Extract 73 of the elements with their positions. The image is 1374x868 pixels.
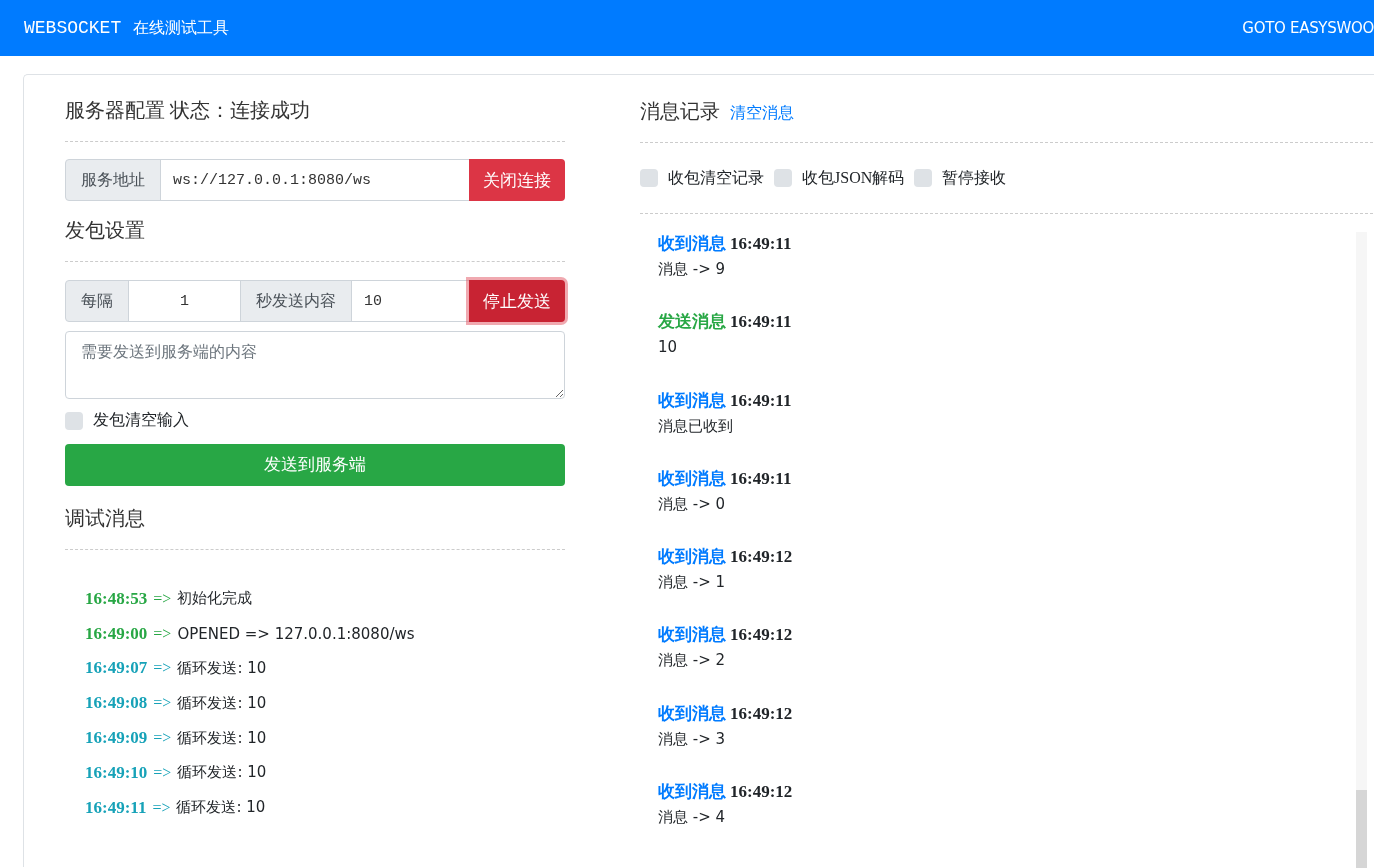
section-title: 调试消息 <box>65 505 146 531</box>
content-label: 秒发送内容 <box>240 280 352 322</box>
message-time: 16:49:11 <box>730 234 792 253</box>
log-time: 16:49:09 <box>85 728 148 749</box>
log-time: 16:49:08 <box>85 693 148 714</box>
message-type: 收到消息 <box>658 703 726 723</box>
message-body: 消息 -> 4 <box>658 808 727 828</box>
clear-messages-link[interactable]: 清空消息 <box>730 103 794 124</box>
checkbox-box[interactable] <box>640 169 658 187</box>
option-checkbox[interactable]: 收包JSON解码 <box>774 167 905 189</box>
stop-sending-button[interactable]: 停止发送 <box>469 280 565 322</box>
log-text: 循环发送: 10 <box>177 728 267 748</box>
log-text: 循环发送: 10 <box>177 659 267 678</box>
message-type: 收到消息 <box>658 782 726 802</box>
message-textarea[interactable]: 需要发送到服务端的内容 <box>65 331 565 399</box>
message-body: 10 <box>658 338 679 357</box>
message-time: 16:49:11 <box>730 468 792 488</box>
log-text: 循环发送: 10 <box>177 693 267 713</box>
message-time: 16:49:12 <box>730 703 793 723</box>
log-text: 初始化完成 <box>177 589 253 609</box>
connection-status: 状态：连接成功 <box>170 99 310 121</box>
brand-subtitle: 在线测试工具 <box>133 17 230 39</box>
message-time: 16:49:11 <box>730 312 792 332</box>
checkbox-box[interactable] <box>65 411 83 430</box>
address-label: 服务地址 <box>65 159 161 201</box>
content-field[interactable]: 10 <box>351 280 470 322</box>
message-type: 收到消息 <box>658 234 726 253</box>
checkbox-box[interactable] <box>914 169 933 187</box>
message-type: 收到消息 <box>658 468 726 488</box>
message-body: 消息 -> 1 <box>658 573 727 593</box>
message-body: 消息已收到 <box>658 416 734 436</box>
message-type: 收到消息 <box>658 625 726 645</box>
log-time: 16:49:07 <box>85 658 148 679</box>
log-arrow: => <box>153 694 172 713</box>
log-time: 16:48:53 <box>85 588 148 609</box>
message-time: 16:49:12 <box>730 782 793 802</box>
message-time: 16:49:12 <box>730 547 793 567</box>
option-checkbox[interactable]: 暂停接收 <box>914 167 1007 189</box>
message-body: 消息 -> 9 <box>658 260 727 279</box>
log-text: OPENED => 127.0.0.1:8080/ws <box>177 624 415 643</box>
log-time: 16:49:00 <box>85 623 148 644</box>
close-connection-button[interactable]: 关闭连接 <box>469 159 565 201</box>
log-text: 循环发送: 10 <box>177 763 267 783</box>
nav-link[interactable]: GOTO EASYSWOO <box>1242 19 1374 37</box>
message-type: 发送消息 <box>658 312 726 332</box>
interval-label: 每隔 <box>65 280 129 322</box>
log-time: 16:49:10 <box>85 762 148 783</box>
log-text: 循环发送: 10 <box>176 798 266 818</box>
address-field[interactable]: ws://127.0.0.1:8080/ws <box>160 159 470 201</box>
checkbox-box[interactable] <box>774 169 792 187</box>
section-title: 消息记录 <box>640 99 720 124</box>
message-body: 消息 -> 2 <box>658 651 727 671</box>
log-arrow: => <box>153 763 172 782</box>
option-checkbox[interactable]: 收包清空记录 <box>640 167 764 189</box>
scrollbar[interactable] <box>1356 232 1367 868</box>
interval-field[interactable]: 1 <box>128 280 241 322</box>
log-arrow: => <box>153 659 172 678</box>
message-time: 16:49:11 <box>730 390 792 410</box>
log-arrow: => <box>153 624 172 643</box>
message-time: 16:49:12 <box>730 625 793 645</box>
clear-input-checkbox[interactable]: 发包清空输入 <box>65 410 189 431</box>
log-time: 16:49:11 <box>85 797 147 818</box>
message-type: 收到消息 <box>658 547 726 567</box>
log-arrow: => <box>152 798 171 817</box>
message-type: 收到消息 <box>658 390 726 410</box>
message-body: 消息 -> 3 <box>658 729 727 749</box>
section-title: 服务器配置 <box>65 99 165 121</box>
scrollbar-thumb[interactable] <box>1356 790 1367 868</box>
message-body: 消息 -> 0 <box>658 494 727 514</box>
brand-title[interactable]: WEBSOCKET <box>24 18 122 38</box>
section-title: 发包设置 <box>65 218 146 243</box>
log-arrow: => <box>153 589 172 608</box>
log-arrow: => <box>153 729 172 748</box>
